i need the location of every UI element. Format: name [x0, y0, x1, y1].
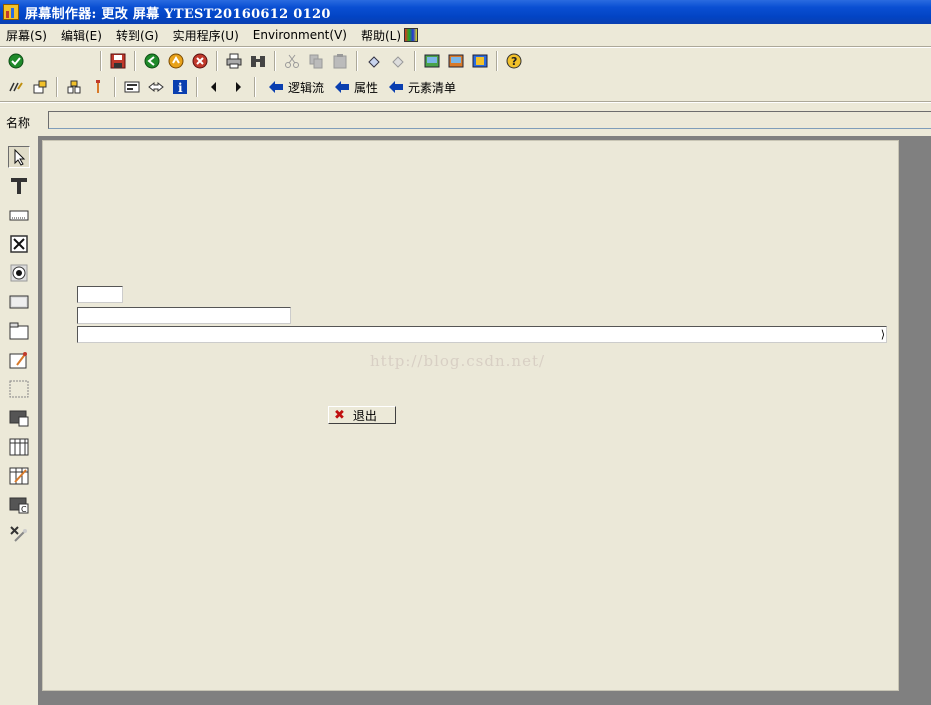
- input-field-tool-icon[interactable]: [8, 204, 30, 226]
- new-session-icon[interactable]: [422, 51, 442, 71]
- toolbar-separator: [254, 77, 256, 97]
- status-icon-tool-icon[interactable]: [8, 523, 30, 545]
- name-row: 名称: [0, 108, 931, 134]
- window-title: 屏幕制作器: 更改 屏幕 YTEST20160612 0120: [25, 6, 331, 22]
- box-tool-icon[interactable]: [8, 378, 30, 400]
- table-control-tool-icon[interactable]: [8, 436, 30, 458]
- check-syntax-icon[interactable]: [6, 77, 26, 97]
- toolbar-separator: [56, 77, 58, 97]
- menu-environment[interactable]: Environment(V): [253, 28, 347, 42]
- redo-icon[interactable]: [388, 51, 408, 71]
- short-input-field[interactable]: [77, 286, 123, 303]
- svg-text:i: i: [178, 81, 183, 95]
- pointer-tool-icon[interactable]: [8, 146, 30, 168]
- menu-screen[interactable]: 屏幕(S): [6, 27, 47, 44]
- previous-screen-icon[interactable]: [204, 77, 224, 97]
- application-toolbar: i 逻辑流 属性 元素清单: [0, 74, 931, 100]
- cut-icon[interactable]: [282, 51, 302, 71]
- window-title-bar: 屏幕制作器: 更改 屏幕 YTEST20160612 0120: [0, 0, 931, 24]
- radio-button-tool-icon[interactable]: [8, 262, 30, 284]
- menu-bar: 屏幕(S) 编辑(E) 转到(G) 实用程序(U) Environment(V)…: [0, 24, 931, 46]
- toolbar-separator: [414, 51, 416, 71]
- arrow-left-icon: [388, 80, 404, 94]
- layout-menu-icon[interactable]: [470, 51, 490, 71]
- save-icon[interactable]: [108, 51, 128, 71]
- custom-control-tool-icon[interactable]: C: [8, 494, 30, 516]
- dictionary-fields-icon[interactable]: [122, 77, 142, 97]
- attributes-link[interactable]: 属性: [334, 79, 378, 96]
- customize-layout-icon[interactable]: [404, 28, 419, 42]
- screen-painter-app-icon: [3, 4, 19, 20]
- command-field[interactable]: [32, 51, 92, 71]
- mark-icon[interactable]: [88, 77, 108, 97]
- menu-edit[interactable]: 编辑(E): [61, 27, 102, 44]
- toolbar-separator: [274, 51, 276, 71]
- activate-icon[interactable]: [30, 77, 50, 97]
- help-icon[interactable]: ?: [504, 51, 524, 71]
- long-input-field[interactable]: ⟩: [77, 326, 887, 343]
- where-used-icon[interactable]: [64, 77, 84, 97]
- toolbar-separator: [216, 51, 218, 71]
- watermark: http://blog.csdn.net/: [370, 352, 546, 370]
- paste-icon[interactable]: [330, 51, 350, 71]
- toolbar-separator: [114, 77, 116, 97]
- menu-help[interactable]: 帮助(L): [361, 27, 401, 44]
- table-wizard-tool-icon[interactable]: [8, 465, 30, 487]
- flow-logic-label: 逻辑流: [288, 80, 325, 95]
- svg-text:?: ?: [511, 55, 517, 68]
- back-icon[interactable]: [142, 51, 162, 71]
- medium-input-field[interactable]: [77, 307, 291, 324]
- checkbox-tool-icon[interactable]: [8, 233, 30, 255]
- layout-editor-canvas[interactable]: [42, 140, 899, 691]
- shortcut-icon[interactable]: [446, 51, 466, 71]
- toolbar-separator: [100, 51, 102, 71]
- undo-icon[interactable]: [364, 51, 384, 71]
- divider: [0, 102, 931, 103]
- find-icon[interactable]: [248, 51, 268, 71]
- copy-icon[interactable]: [306, 51, 326, 71]
- toolbar-separator: [356, 51, 358, 71]
- standard-toolbar: ?: [0, 48, 931, 74]
- exit-button-label: 退出: [352, 408, 377, 423]
- element-palette: C: [0, 136, 38, 705]
- toolbar-separator: [496, 51, 498, 71]
- element-list-label: 元素清单: [408, 80, 457, 95]
- field-scroll-indicator: ⟩: [880, 328, 885, 341]
- exit-icon[interactable]: [166, 51, 186, 71]
- subscreen-tool-icon[interactable]: [8, 407, 30, 429]
- flow-logic-link[interactable]: 逻辑流: [268, 79, 324, 96]
- cancel-x-icon: ✖: [334, 407, 345, 423]
- toolbar-separator: [196, 77, 198, 97]
- print-icon[interactable]: [224, 51, 244, 71]
- info-icon[interactable]: i: [170, 77, 190, 97]
- tabstrip-wizard-tool-icon[interactable]: [8, 349, 30, 371]
- toolbar-separator: [134, 51, 136, 71]
- enter-check-icon[interactable]: [6, 51, 26, 71]
- element-list-link[interactable]: 元素清单: [388, 79, 456, 96]
- arrow-left-icon: [334, 80, 350, 94]
- svg-text:C: C: [21, 505, 27, 514]
- name-label: 名称: [6, 116, 31, 130]
- move-icon[interactable]: [146, 77, 166, 97]
- name-field[interactable]: [48, 111, 931, 129]
- text-field-tool-icon[interactable]: [8, 175, 30, 197]
- cancel-icon[interactable]: [190, 51, 210, 71]
- attributes-label: 属性: [354, 80, 379, 95]
- exit-pushbutton[interactable]: ✖ 退出: [328, 406, 396, 424]
- pushbutton-tool-icon[interactable]: [8, 291, 30, 313]
- tabstrip-tool-icon[interactable]: [8, 320, 30, 342]
- menu-utilities[interactable]: 实用程序(U): [173, 27, 239, 44]
- next-screen-icon[interactable]: [228, 77, 248, 97]
- arrow-left-icon: [268, 80, 284, 94]
- menu-goto[interactable]: 转到(G): [116, 27, 159, 44]
